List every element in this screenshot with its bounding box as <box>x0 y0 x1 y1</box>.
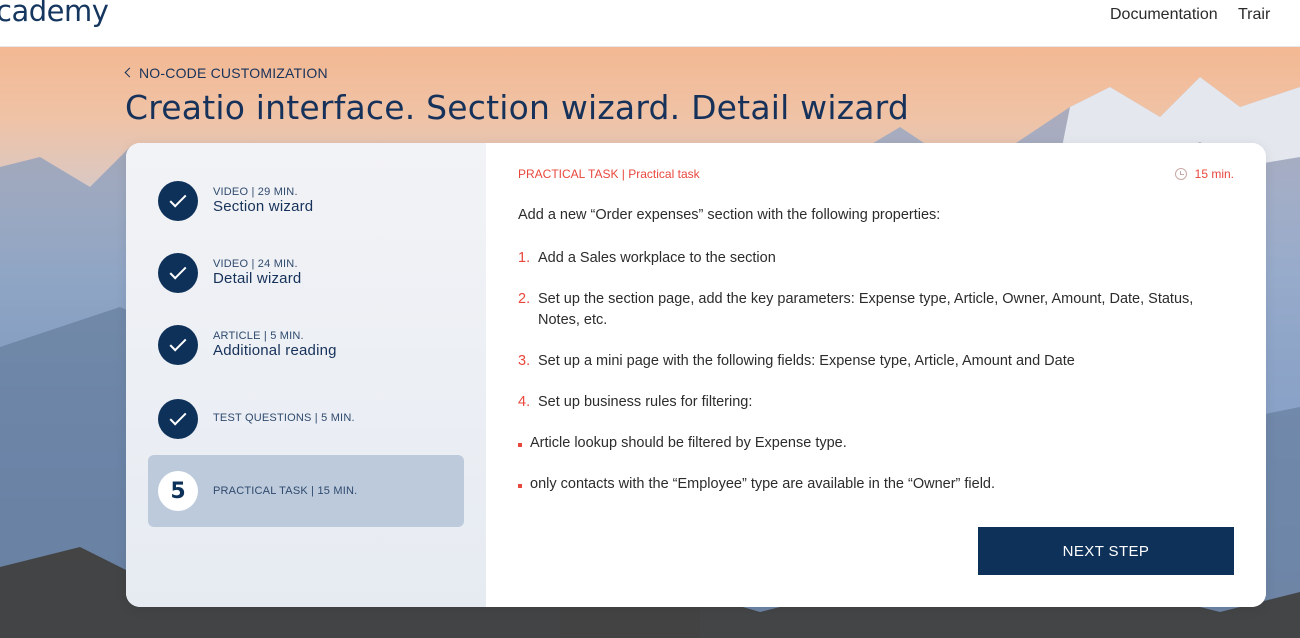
item-text: Set up the section page, add the key par… <box>538 291 1194 328</box>
academy-logo[interactable]: cademy <box>0 0 109 28</box>
lesson-card: VIDEO | 29 MIN. Section wizard VIDEO | 2… <box>126 143 1266 607</box>
item-number: 3. <box>518 353 531 369</box>
breadcrumb-label: NO-CODE CUSTOMIZATION <box>139 65 328 81</box>
step-meta: ARTICLE | 5 MIN. <box>213 330 304 342</box>
completed-badge <box>158 325 198 365</box>
top-header: cademy Documentation Trair <box>0 0 1300 47</box>
checkmark-icon <box>169 262 187 280</box>
task-item: 1. Add a Sales workplace to the section <box>518 248 1218 269</box>
clock-icon <box>1174 168 1187 180</box>
step-meta: VIDEO | 29 MIN. <box>213 186 298 198</box>
checkmark-icon <box>169 408 187 426</box>
next-step-button[interactable]: NEXT STEP <box>978 527 1234 575</box>
step-title: Detail wizard <box>213 270 302 287</box>
step-additional-reading[interactable]: ARTICLE | 5 MIN. Additional reading <box>148 309 464 381</box>
breadcrumb-back-link[interactable]: NO-CODE CUSTOMIZATION <box>124 65 328 81</box>
nav-documentation-link[interactable]: Documentation <box>1110 6 1218 24</box>
task-bullet: only contacts with the “Employee” type a… <box>518 474 995 495</box>
checkmark-icon <box>169 334 187 352</box>
step-practical-task[interactable]: 5 PRACTICAL TASK | 15 MIN. <box>148 455 464 527</box>
item-number: 1. <box>518 250 531 266</box>
task-duration: 15 min. <box>1174 167 1234 181</box>
item-number: 2. <box>518 291 531 307</box>
completed-badge <box>158 181 198 221</box>
task-content: PRACTICAL TASK | Practical task 15 min. … <box>486 143 1266 607</box>
item-text: Set up a mini page with the following fi… <box>538 353 1075 369</box>
step-meta: TEST QUESTIONS | 5 MIN. <box>213 412 355 424</box>
item-text: Add a Sales workplace to the section <box>538 250 776 266</box>
task-intro: Add a new “Order expenses” section with … <box>518 207 941 223</box>
completed-badge <box>158 399 198 439</box>
completed-badge <box>158 253 198 293</box>
task-bullet: Article lookup should be filtered by Exp… <box>518 433 847 454</box>
duration-text: 15 min. <box>1194 167 1234 181</box>
step-section-wizard[interactable]: VIDEO | 29 MIN. Section wizard <box>148 165 464 237</box>
item-text: Set up business rules for filtering: <box>538 394 753 410</box>
step-detail-wizard[interactable]: VIDEO | 24 MIN. Detail wizard <box>148 237 464 309</box>
task-item: 4. Set up business rules for filtering: <box>518 392 1218 413</box>
nav-training-link[interactable]: Trair <box>1238 6 1270 24</box>
step-meta: PRACTICAL TASK | 15 MIN. <box>213 485 358 497</box>
page-title: Creatio interface. Section wizard. Detai… <box>125 88 910 127</box>
task-item: 2. Set up the section page, add the key … <box>518 289 1218 331</box>
steps-sidebar: VIDEO | 29 MIN. Section wizard VIDEO | 2… <box>126 143 486 607</box>
step-meta: VIDEO | 24 MIN. <box>213 258 298 270</box>
checkmark-icon <box>169 190 187 208</box>
item-number: 4. <box>518 394 531 410</box>
step-title: Additional reading <box>213 342 337 359</box>
task-item: 3. Set up a mini page with the following… <box>518 351 1218 372</box>
chevron-left-icon <box>124 67 135 78</box>
task-type-label: PRACTICAL TASK | Practical task <box>518 167 700 181</box>
step-number-badge: 5 <box>158 471 198 511</box>
step-test-questions[interactable]: TEST QUESTIONS | 5 MIN. <box>148 383 464 455</box>
step-title: Section wizard <box>213 198 314 215</box>
